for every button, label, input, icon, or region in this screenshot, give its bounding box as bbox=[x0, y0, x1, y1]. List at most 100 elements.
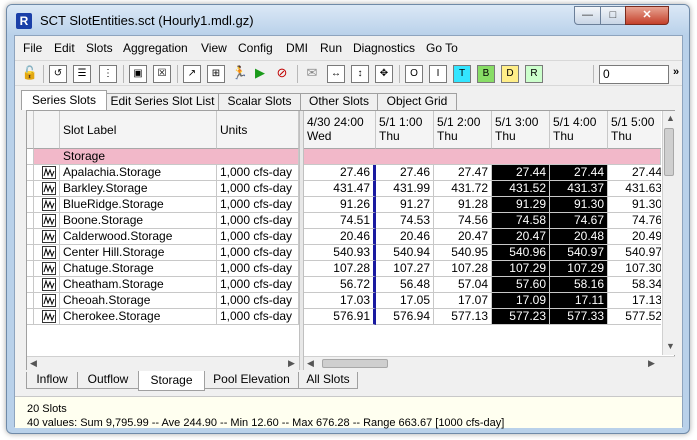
toggle-axis-icon[interactable]: ↺ bbox=[49, 65, 67, 83]
scroll-down-icon[interactable]: ▼ bbox=[666, 341, 675, 351]
value-cell[interactable]: 58.16 bbox=[550, 277, 608, 293]
value-cell[interactable]: 107.27 bbox=[376, 261, 434, 277]
tab-series-slots[interactable]: Series Slots bbox=[21, 90, 107, 110]
slot-row[interactable]: Cheatham.Storage 1,000 cfs-day bbox=[27, 277, 299, 293]
close-object-icon[interactable]: ☒ bbox=[153, 65, 171, 83]
scroll-right-icon[interactable]: ▶ bbox=[288, 358, 295, 369]
title-bar[interactable]: R SCT SlotEntities.sct (Hourly1.mdl.gz) … bbox=[7, 5, 689, 35]
lock-icon[interactable]: 🔓 bbox=[21, 65, 39, 83]
menu-diagnostics[interactable]: Diagnostics bbox=[353, 41, 415, 55]
flag-r-button[interactable]: R bbox=[525, 65, 543, 83]
value-cell[interactable]: 107.28 bbox=[304, 261, 376, 277]
value-cell[interactable]: 577.33 bbox=[550, 309, 608, 325]
timestep-header[interactable]: 5/1 3:00 Thu bbox=[492, 111, 550, 149]
value-cell[interactable]: 576.94 bbox=[376, 309, 434, 325]
menu-dmi[interactable]: DMI bbox=[286, 41, 308, 55]
minimize-button[interactable]: — bbox=[574, 6, 601, 25]
value-cell[interactable]: 540.93 bbox=[304, 245, 376, 261]
value-cell[interactable]: 74.67 bbox=[550, 213, 608, 229]
plot-grid-icon[interactable]: ⊞ bbox=[207, 65, 225, 83]
value-cell[interactable]: 577.13 bbox=[434, 309, 492, 325]
toolbar-overflow-icon[interactable]: » bbox=[673, 66, 679, 78]
tab-outflow[interactable]: Outflow bbox=[77, 372, 139, 389]
menu-file[interactable]: File bbox=[23, 41, 42, 55]
value-cell[interactable]: 20.46 bbox=[376, 229, 434, 245]
value-cell[interactable]: 107.30 bbox=[608, 261, 661, 277]
value-cell[interactable]: 27.47 bbox=[434, 165, 492, 181]
value-cell[interactable]: 91.26 bbox=[304, 197, 376, 213]
menu-config[interactable]: Config bbox=[238, 41, 273, 55]
horizontal-scroll-thumb[interactable] bbox=[322, 359, 388, 368]
scroll-left-icon[interactable]: ◀ bbox=[30, 358, 37, 369]
row-format-icon[interactable]: ⋮ bbox=[99, 65, 117, 83]
value-cell[interactable]: 20.46 bbox=[304, 229, 376, 245]
timestep-header[interactable]: 5/1 4:00 Thu bbox=[550, 111, 608, 149]
value-cell[interactable]: 56.48 bbox=[376, 277, 434, 293]
value-cell[interactable]: 107.29 bbox=[550, 261, 608, 277]
value-cell[interactable]: 576.91 bbox=[304, 309, 376, 325]
run-icon[interactable]: ▶ bbox=[251, 65, 269, 83]
value-cell[interactable]: 74.53 bbox=[376, 213, 434, 229]
value-cell[interactable]: 540.97 bbox=[608, 245, 661, 261]
value-cell[interactable]: 56.72 bbox=[304, 277, 376, 293]
flag-b-button[interactable]: B bbox=[477, 65, 495, 83]
value-input[interactable]: 0 bbox=[599, 65, 669, 84]
value-cell[interactable]: 27.44 bbox=[550, 165, 608, 181]
slot-row[interactable]: Chatuge.Storage 1,000 cfs-day bbox=[27, 261, 299, 277]
value-cell[interactable]: 27.46 bbox=[304, 165, 376, 181]
columns-icon[interactable]: ✉ bbox=[303, 65, 321, 83]
value-cell[interactable]: 540.95 bbox=[434, 245, 492, 261]
scroll-left-icon[interactable]: ◀ bbox=[307, 358, 314, 369]
tab-edit-series-slot-list[interactable]: Edit Series Slot List bbox=[106, 93, 219, 110]
value-cell[interactable]: 17.07 bbox=[434, 293, 492, 309]
value-cell[interactable]: 577.23 bbox=[492, 309, 550, 325]
value-cell[interactable]: 17.05 bbox=[376, 293, 434, 309]
value-cell[interactable]: 540.94 bbox=[376, 245, 434, 261]
flag-d-button[interactable]: D bbox=[501, 65, 519, 83]
vertical-scrollbar[interactable]: ▲ ▼ bbox=[662, 111, 675, 355]
stop-icon[interactable]: ⊘ bbox=[273, 65, 291, 83]
timestep-header[interactable]: 4/30 24:00 Wed bbox=[304, 111, 376, 149]
value-cell[interactable]: 91.30 bbox=[608, 197, 661, 213]
value-cell[interactable]: 27.46 bbox=[376, 165, 434, 181]
flag-t-button[interactable]: T bbox=[453, 65, 471, 83]
left-horizontal-scrollbar[interactable]: ◀ ▶ bbox=[27, 356, 299, 370]
runner-icon[interactable]: 🏃 bbox=[231, 65, 249, 83]
plot-icon[interactable]: ↗ bbox=[183, 65, 201, 83]
scroll-right-icon[interactable]: ▶ bbox=[648, 358, 655, 369]
fit-width-icon[interactable]: ↔ bbox=[327, 65, 345, 83]
slot-row[interactable]: Calderwood.Storage 1,000 cfs-day bbox=[27, 229, 299, 245]
value-cell[interactable]: 20.47 bbox=[492, 229, 550, 245]
value-cell[interactable]: 20.49 bbox=[608, 229, 661, 245]
value-cell[interactable]: 74.51 bbox=[304, 213, 376, 229]
header-units[interactable]: Units bbox=[217, 111, 299, 149]
tab-object-grid[interactable]: Object Grid bbox=[377, 93, 457, 110]
open-object-icon[interactable]: ▣ bbox=[129, 65, 147, 83]
scroll-up-icon[interactable]: ▲ bbox=[666, 113, 675, 123]
slot-row[interactable]: Center Hill.Storage 1,000 cfs-day bbox=[27, 245, 299, 261]
flag-i-button[interactable]: I bbox=[429, 65, 447, 83]
value-cell[interactable]: 431.37 bbox=[550, 181, 608, 197]
value-cell[interactable]: 27.44 bbox=[608, 165, 661, 181]
tab-storage[interactable]: Storage bbox=[138, 371, 205, 391]
tab-inflow[interactable]: Inflow bbox=[26, 372, 78, 389]
slot-row[interactable]: Barkley.Storage 1,000 cfs-day bbox=[27, 181, 299, 197]
value-cell[interactable]: 431.63 bbox=[608, 181, 661, 197]
value-cell[interactable]: 91.29 bbox=[492, 197, 550, 213]
timestep-header[interactable]: 5/1 2:00 Thu bbox=[434, 111, 492, 149]
fit-height-icon[interactable]: ↕ bbox=[351, 65, 369, 83]
value-cell[interactable]: 540.96 bbox=[492, 245, 550, 261]
menu-goto[interactable]: Go To bbox=[426, 41, 458, 55]
value-cell[interactable]: 431.52 bbox=[492, 181, 550, 197]
timestep-header[interactable]: 5/1 5:00 Thu bbox=[608, 111, 661, 149]
value-cell[interactable]: 431.72 bbox=[434, 181, 492, 197]
value-cell[interactable]: 577.52 bbox=[608, 309, 661, 325]
tab-scalar-slots[interactable]: Scalar Slots bbox=[218, 93, 301, 110]
value-cell[interactable]: 74.58 bbox=[492, 213, 550, 229]
value-cell[interactable]: 17.11 bbox=[550, 293, 608, 309]
menu-aggregation[interactable]: Aggregation bbox=[123, 41, 188, 55]
value-cell[interactable]: 57.60 bbox=[492, 277, 550, 293]
value-cell[interactable]: 57.04 bbox=[434, 277, 492, 293]
slot-row[interactable]: Boone.Storage 1,000 cfs-day bbox=[27, 213, 299, 229]
value-cell[interactable]: 58.34 bbox=[608, 277, 661, 293]
